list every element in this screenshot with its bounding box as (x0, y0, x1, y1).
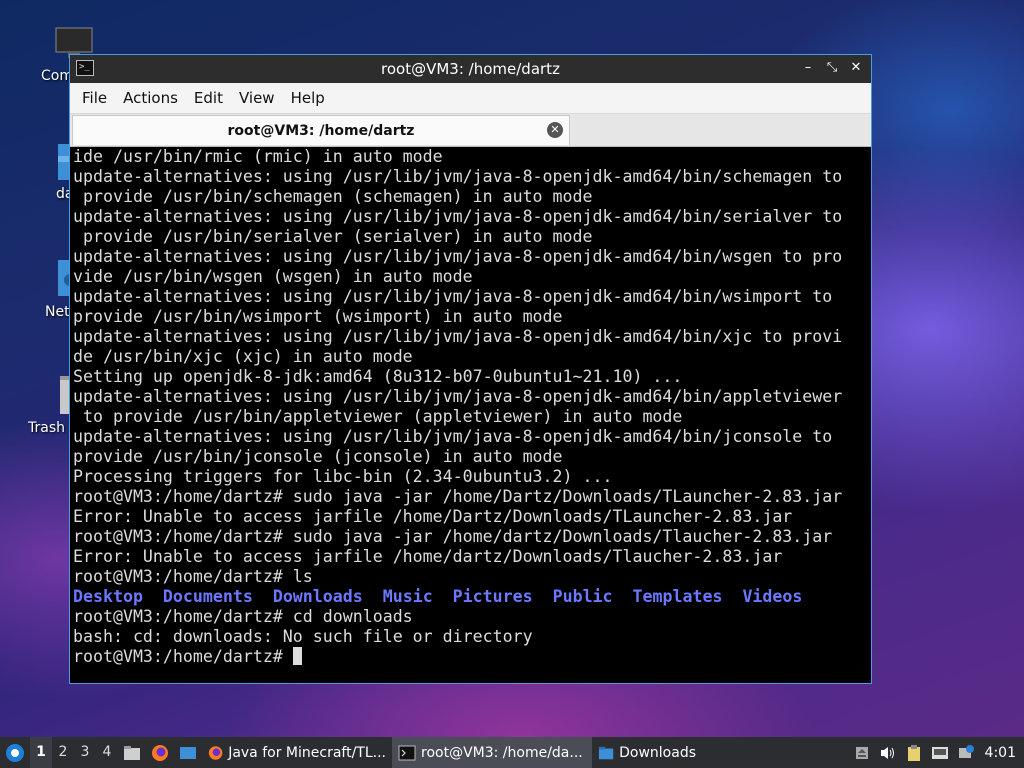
terminal-line: to provide /usr/bin/appletviewer (applet… (73, 407, 683, 426)
menu-help[interactable]: Help (283, 89, 333, 107)
tab-bar: root@VM3: /home/dartz ✕ (70, 114, 871, 147)
terminal-line: root@VM3:/home/dartz# sudo java -jar /ho… (73, 487, 843, 506)
terminal-line: ide /usr/bin/rmic (rmic) in auto mode (73, 147, 443, 166)
firefox-icon (152, 744, 168, 761)
start-menu-button[interactable] (0, 737, 30, 768)
firefox-icon (208, 745, 223, 760)
terminal-line: provide /usr/bin/schemagen (schemagen) i… (73, 187, 593, 206)
terminal-line: Processing triggers for libc-bin (2.34-0… (73, 467, 613, 486)
lubuntu-logo-icon (6, 743, 24, 762)
menu-bar: File Actions Edit View Help (70, 83, 871, 114)
system-tray: 4:01 (849, 737, 1024, 768)
ls-dir-pictures: Pictures (452, 587, 533, 606)
ls-dir-public: Public (552, 587, 613, 606)
terminal-line: update-alternatives: using /usr/lib/jvm/… (73, 427, 833, 446)
terminal-line: de /usr/bin/xjc (xjc) in auto mode (73, 347, 413, 366)
task-label: root@VM3: /home/da... (421, 744, 583, 761)
terminal-line: root@VM3:/home/dartz# ls (73, 567, 313, 586)
task-firefox[interactable]: Java for Minecraft/TL... (202, 737, 392, 768)
terminal-line: update-alternatives: using /usr/lib/jvm/… (73, 287, 833, 306)
menu-actions[interactable]: Actions (115, 89, 186, 107)
quicklaunch-desktop[interactable] (174, 737, 202, 768)
workspace-2[interactable]: 2 (52, 737, 74, 768)
ls-dir-documents: Documents (162, 587, 253, 606)
terminal-prompt: root@VM3:/home/dartz# (73, 647, 293, 666)
terminal-line: update-alternatives: using /usr/lib/jvm/… (73, 387, 843, 406)
quicklaunch-firefox[interactable] (146, 737, 174, 768)
window-controls: – ⤡ ✕ (799, 59, 865, 77)
task-terminal[interactable]: root@VM3: /home/da... (392, 737, 592, 768)
tab-close-icon[interactable]: ✕ (547, 122, 563, 138)
file-manager-icon (124, 745, 140, 760)
task-label: Java for Minecraft/TL... (228, 744, 386, 761)
terminal-line: provide /usr/bin/wsimport (wsimport) in … (73, 307, 563, 326)
terminal-line: provide /usr/bin/jconsole (jconsole) in … (73, 447, 563, 466)
clock[interactable]: 4:01 (979, 745, 1024, 761)
eject-icon (855, 746, 868, 759)
window-titlebar[interactable]: >_ root@VM3: /home/dartz – ⤡ ✕ (70, 55, 871, 83)
terminal-icon (398, 745, 416, 760)
taskbar: 1 2 3 4 Java for Minecraft/TL... root@VM… (0, 737, 1024, 768)
terminal-line: Setting up openjdk-8-jdk:amd64 (8u312-b0… (73, 367, 683, 386)
menu-view[interactable]: View (231, 89, 283, 107)
show-desktop-icon (180, 746, 196, 759)
terminal-prompt-line[interactable]: root@VM3:/home/dartz# (73, 647, 868, 667)
folder-icon (598, 746, 614, 759)
terminal-icon: >_ (76, 60, 94, 76)
tray-update[interactable] (927, 737, 953, 768)
terminal-output[interactable]: ide /usr/bin/rmic (rmic) in auto mode up… (73, 147, 868, 679)
tab-label: root@VM3: /home/dartz (227, 122, 415, 139)
desktop-icon-label: Trash (28, 420, 65, 436)
ls-dir-templates: Templates (632, 587, 723, 606)
window-title: root@VM3: /home/dartz (381, 60, 560, 78)
minimize-button[interactable]: – (799, 59, 817, 77)
close-button[interactable]: ✕ (847, 59, 865, 77)
menu-file[interactable]: File (74, 89, 115, 107)
workspace-3[interactable]: 3 (74, 737, 96, 768)
terminal-line: vide /usr/bin/wsgen (wsgen) in auto mode (73, 267, 473, 286)
tray-clipboard[interactable] (901, 737, 927, 768)
task-label: Downloads (619, 744, 696, 761)
terminal-cursor (292, 647, 302, 665)
volume-icon (880, 746, 894, 759)
tab-terminal[interactable]: root@VM3: /home/dartz ✕ (72, 115, 570, 145)
ls-dir-desktop: Desktop (73, 587, 143, 606)
terminal-line: Error: Unable to access jarfile /home/da… (73, 547, 783, 566)
maximize-button[interactable]: ⤡ (823, 59, 841, 77)
tray-eject[interactable] (849, 737, 875, 768)
terminal-line: update-alternatives: using /usr/lib/jvm/… (73, 207, 843, 226)
terminal-line: bash: cd: downloads: No such file or dir… (73, 627, 533, 646)
workspace-4[interactable]: 4 (96, 737, 118, 768)
task-downloads[interactable]: Downloads (592, 737, 702, 768)
terminal-line: update-alternatives: using /usr/lib/jvm/… (73, 327, 843, 346)
terminal-line: update-alternatives: using /usr/lib/jvm/… (73, 247, 843, 266)
terminal-line: Error: Unable to access jarfile /home/Da… (73, 507, 793, 526)
tray-volume[interactable] (875, 737, 901, 768)
menu-edit[interactable]: Edit (186, 89, 231, 107)
workspace-1[interactable]: 1 (30, 737, 52, 768)
terminal-line: root@VM3:/home/dartz# cd downloads (73, 607, 413, 626)
tray-network[interactable] (953, 737, 979, 768)
terminal-line: update-alternatives: using /usr/lib/jvm/… (73, 167, 843, 186)
terminal-line: root@VM3:/home/dartz# sudo java -jar /ho… (73, 527, 833, 546)
network-status-icon (958, 744, 974, 758)
ls-output-line: Desktop Documents Downloads Music Pictur… (73, 587, 868, 607)
terminal-window: >_ root@VM3: /home/dartz – ⤡ ✕ File Acti… (69, 54, 872, 684)
quicklaunch-files[interactable] (118, 737, 146, 768)
desktop-icon-label: Net (45, 304, 70, 320)
ls-dir-videos: Videos (742, 587, 803, 606)
terminal-line: provide /usr/bin/serialver (serialver) i… (73, 227, 593, 246)
update-notifier-icon (931, 746, 948, 759)
ls-dir-music: Music (382, 587, 433, 606)
ls-dir-downloads: Downloads (272, 587, 363, 606)
clipboard-icon (907, 744, 920, 761)
